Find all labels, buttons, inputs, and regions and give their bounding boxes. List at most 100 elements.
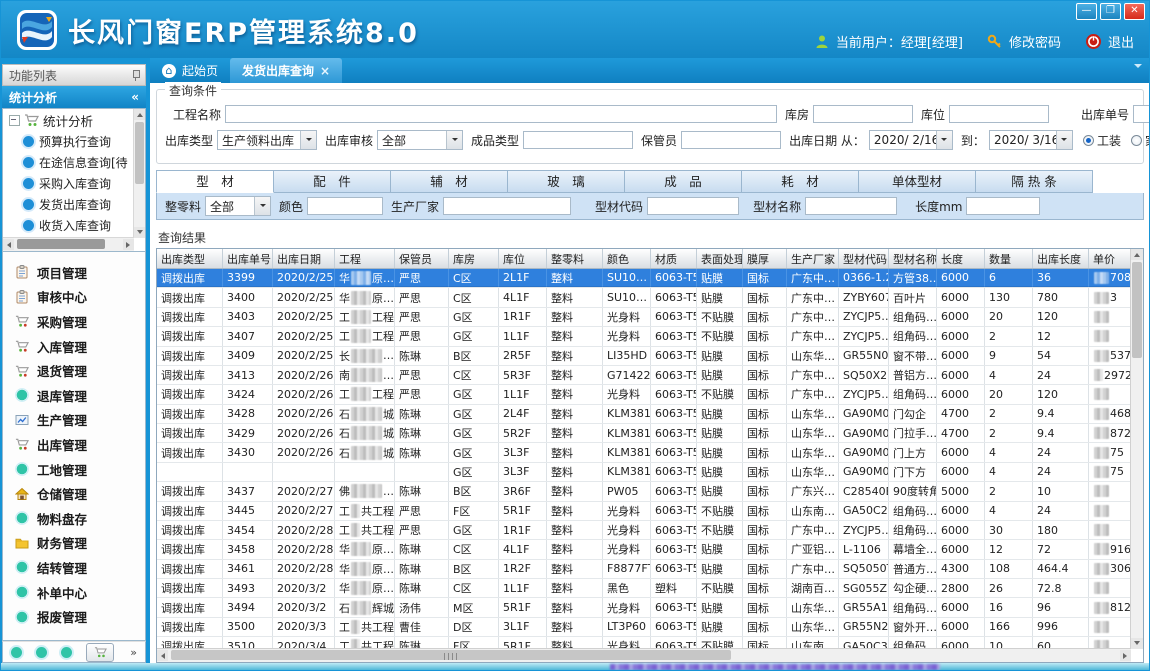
column-header-库位[interactable]: 库位 — [499, 249, 547, 268]
tree-item[interactable]: 采购入库查询 — [3, 173, 134, 194]
sidebar-item-入库管理[interactable]: 入库管理 — [3, 334, 145, 359]
tree-item[interactable]: 预算执行查询 — [3, 131, 134, 152]
material-tab-耗材[interactable]: 耗 材 — [742, 170, 859, 193]
table-row[interactable]: 调拨出库35002020/3/3工共工程曹佳D区3L1F整料LT3P606063… — [157, 618, 1131, 637]
sidebar-item-项目管理[interactable]: 项目管理 — [3, 260, 145, 285]
tree-item[interactable]: 发货出库查询 — [3, 194, 134, 215]
column-header-库房[interactable]: 库房 — [449, 249, 499, 268]
sidebar-item-工地管理[interactable]: 工地管理 — [3, 457, 145, 482]
column-header-材质[interactable]: 材质 — [651, 249, 697, 268]
outbound-type-select[interactable]: 生产领料出库 — [217, 130, 317, 150]
material-tab-成品[interactable]: 成 品 — [625, 170, 742, 193]
sidebar-item-结转管理[interactable]: 结转管理 — [3, 555, 145, 580]
scroll-left-icon[interactable] — [157, 650, 168, 661]
table-row[interactable]: 调拨出库34002020/2/25华原…严思C区4L1F整料SU10…6063-… — [157, 288, 1131, 307]
sidebar-item-仓储管理[interactable]: 仓储管理 — [3, 481, 145, 506]
table-row[interactable]: 调拨出库34612020/2/28华原…陈琳B区1R2F整料F8877FT606… — [157, 560, 1131, 579]
table-row[interactable]: 调拨出库34072020/2/25工工程严思G区1L1F整料光身料6063-T5… — [157, 327, 1131, 346]
table-horizontal-scrollbar[interactable] — [157, 648, 1131, 662]
project-name-input[interactable] — [225, 105, 777, 123]
pin-icon[interactable] — [132, 70, 139, 81]
scroll-down-icon[interactable] — [134, 227, 145, 238]
minimize-button[interactable]: — — [1076, 3, 1097, 20]
sidebar-item-报废管理[interactable]: 报废管理 — [3, 604, 145, 629]
sidebar-item-生产管理[interactable]: 生产管理 — [3, 408, 145, 433]
date-to-picker[interactable]: 2020/ 3/16 — [989, 130, 1073, 150]
sidebar-section-header[interactable]: 统计分析 « — [2, 86, 146, 108]
column-header-数量[interactable]: 数量 — [985, 249, 1033, 268]
tab-close-icon[interactable]: × — [320, 64, 330, 78]
column-header-出库日期[interactable]: 出库日期 — [273, 249, 335, 268]
table-row[interactable]: 调拨出库34942020/3/2石辉城汤伟M区5R1F整料光身料6063-T5贴… — [157, 598, 1131, 617]
table-row[interactable]: 调拨出库33992020/2/25华原…严思C区2L1F整料SU10…6063-… — [157, 269, 1131, 288]
tree-vertical-scrollbar[interactable] — [133, 109, 145, 238]
table-row[interactable]: 调拨出库34582020/2/28华原…陈琳C区4L1F整料光身料6063-T5… — [157, 540, 1131, 559]
tree-item[interactable]: 收货入库查询 — [3, 215, 134, 236]
location-input[interactable] — [949, 105, 1049, 123]
table-row[interactable]: 调拨出库34932020/3/2华原…陈琳C区1L1F整料黑色塑料不贴膜国标湖南… — [157, 579, 1131, 598]
table-row[interactable]: 调拨出库34032020/2/25工工程严思G区1R1F整料光身料6063-T5… — [157, 308, 1131, 327]
table-row[interactable]: 调拨出库34292020/2/26石城陈琳G区5R2F整料KLM38176063… — [157, 424, 1131, 443]
scroll-right-icon[interactable] — [123, 239, 134, 250]
column-header-长度[interactable]: 长度 — [937, 249, 985, 268]
overflow-chevron-icon[interactable]: » — [130, 646, 137, 659]
table-row[interactable]: 调拨出库34302020/2/26石城陈琳G区3L3F整料KLM38176063… — [157, 443, 1131, 462]
warehouse-input[interactable] — [813, 105, 913, 123]
table-row[interactable]: G区3L3F整料KLM38176063-T5贴膜国标山东华…GA90M09…门下… — [157, 463, 1131, 482]
scroll-down-icon[interactable] — [1131, 638, 1143, 649]
tree-item[interactable]: 在途信息查询[待 — [3, 152, 134, 173]
sidebar-item-出库管理[interactable]: 出库管理 — [3, 432, 145, 457]
material-tab-配件[interactable]: 配 件 — [274, 170, 391, 193]
column-header-保管员[interactable]: 保管员 — [395, 249, 449, 268]
keeper-input[interactable] — [681, 131, 781, 149]
whole-piece-select[interactable]: 全部 — [205, 196, 271, 216]
manufacturer-input[interactable] — [443, 197, 571, 215]
material-tab-辅材[interactable]: 辅 材 — [391, 170, 508, 193]
profile-code-input[interactable] — [647, 197, 739, 215]
order-no-input[interactable] — [1133, 105, 1150, 123]
column-header-单价[interactable]: 单价 — [1089, 249, 1131, 268]
radio-industrial[interactable] — [1083, 135, 1094, 146]
table-row[interactable]: 调拨出库34132020/2/26南…严思C区5R3F整料G714226063-… — [157, 366, 1131, 385]
cart-shortcut-button[interactable] — [86, 643, 114, 662]
column-header-出库类型[interactable]: 出库类型 — [157, 249, 223, 268]
sidebar-item-补单中心[interactable]: 补单中心 — [3, 580, 145, 605]
profile-name-input[interactable] — [805, 197, 897, 215]
column-header-型材名称[interactable]: 型材名称 — [889, 249, 937, 268]
column-header-膜厚[interactable]: 膜厚 — [743, 249, 787, 268]
tab-list-caret-icon[interactable] — [1134, 68, 1142, 82]
expander-icon[interactable] — [9, 115, 20, 126]
material-tab-单体型材[interactable]: 单体型材 — [859, 170, 976, 193]
tree-root[interactable]: 统计分析 — [3, 109, 134, 131]
sidebar-item-退库管理[interactable]: 退库管理 — [3, 383, 145, 408]
table-row[interactable]: 调拨出库34242020/2/26工工程严思G区1L1F整料光身料6063-T5… — [157, 385, 1131, 404]
outbound-audit-select[interactable]: 全部 — [377, 130, 463, 150]
table-vertical-scrollbar[interactable] — [1130, 249, 1143, 649]
maximize-button[interactable]: ❐ — [1100, 3, 1121, 20]
column-header-表面处理[interactable]: 表面处理 — [697, 249, 743, 268]
collapse-icon[interactable]: « — [131, 90, 139, 104]
column-header-出库长度[interactable]: 出库长度 — [1033, 249, 1089, 268]
close-button[interactable]: ✕ — [1124, 3, 1145, 20]
date-from-picker[interactable]: 2020/ 2/16 — [869, 130, 953, 150]
scroll-up-icon[interactable] — [1131, 249, 1143, 260]
dot-icon[interactable] — [61, 647, 72, 658]
change-password-button[interactable]: 修改密码 — [987, 32, 1061, 51]
column-header-出库单号[interactable]: 出库单号 — [223, 249, 273, 268]
dot-icon[interactable] — [36, 647, 47, 658]
scroll-up-icon[interactable] — [134, 109, 145, 120]
scroll-right-icon[interactable] — [1120, 650, 1131, 661]
column-header-工程[interactable]: 工程 — [335, 249, 395, 268]
material-tab-型材[interactable]: 型 材 — [156, 170, 274, 193]
radio-home[interactable] — [1131, 135, 1142, 146]
column-header-整零料[interactable]: 整零料 — [547, 249, 603, 268]
color-input[interactable] — [307, 197, 383, 215]
column-header-颜色[interactable]: 颜色 — [603, 249, 651, 268]
sidebar-item-物料盘存[interactable]: 物料盘存 — [3, 506, 145, 531]
table-row[interactable]: 调拨出库34282020/2/26石城陈琳G区2L4F整料KLM38176063… — [157, 405, 1131, 424]
table-row[interactable]: 调拨出库34542020/2/28工共工程严思G区1R1F整料光身料6063-T… — [157, 521, 1131, 540]
sidebar-item-财务管理[interactable]: 财务管理 — [3, 531, 145, 556]
table-row[interactable]: 调拨出库34452020/2/27工共工程严思F区5R1F整料光身料6063-T… — [157, 502, 1131, 521]
material-tab-玻璃[interactable]: 玻 璃 — [508, 170, 625, 193]
logout-button[interactable]: 退出 — [1085, 32, 1134, 51]
